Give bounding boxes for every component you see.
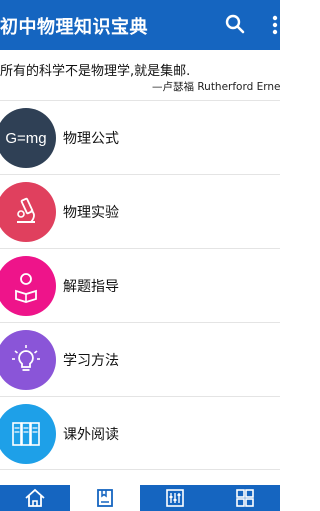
home-icon <box>25 488 45 507</box>
tab-home[interactable] <box>0 485 70 511</box>
formula-icon-text: G=mg <box>5 129 47 147</box>
menu-item-study-methods[interactable]: 学习方法 <box>0 322 280 396</box>
microscope-icon <box>0 182 56 242</box>
quote-author: —卢瑟福 Rutherford Ernest <box>152 81 280 93</box>
app-title: 初中物理知识宝典 <box>0 17 148 38</box>
sliders-icon <box>166 489 184 507</box>
menu-label: 课外阅读 <box>63 427 119 443</box>
quote-block: 所有的科学不是物理学,就是集邮. —卢瑟福 Rutherford Ernest <box>0 52 280 100</box>
more-vertical-icon[interactable] <box>264 13 280 37</box>
book-icon <box>97 489 113 507</box>
grid-icon <box>236 489 254 507</box>
tab-grid[interactable] <box>210 485 280 511</box>
formula-icon: G=mg <box>0 108 56 168</box>
menu-item-problem-guide[interactable]: 解题指导 <box>0 248 280 322</box>
bookshelf-icon <box>0 404 56 464</box>
menu-label: 学习方法 <box>63 353 119 369</box>
reading-person-icon <box>0 256 56 316</box>
menu-item-extra-reading[interactable]: 课外阅读 <box>0 396 280 470</box>
menu-label: 物理实验 <box>63 205 119 221</box>
app-bar: 初中物理知识宝典 <box>0 0 280 50</box>
menu-list: G=mg 物理公式 物理实验 解题指导 学习方法 课外阅读 <box>0 100 280 470</box>
menu-label: 解题指导 <box>63 279 119 295</box>
menu-label: 物理公式 <box>63 131 119 147</box>
tab-book[interactable] <box>70 485 140 511</box>
quote-text: 所有的科学不是物理学,就是集邮. <box>0 64 191 79</box>
tab-sliders[interactable] <box>140 485 210 511</box>
lightbulb-icon <box>0 330 56 390</box>
menu-item-experiments[interactable]: 物理实验 <box>0 174 280 248</box>
bottom-nav <box>0 485 280 511</box>
menu-item-formulas[interactable]: G=mg 物理公式 <box>0 100 280 174</box>
search-icon[interactable] <box>224 13 246 35</box>
